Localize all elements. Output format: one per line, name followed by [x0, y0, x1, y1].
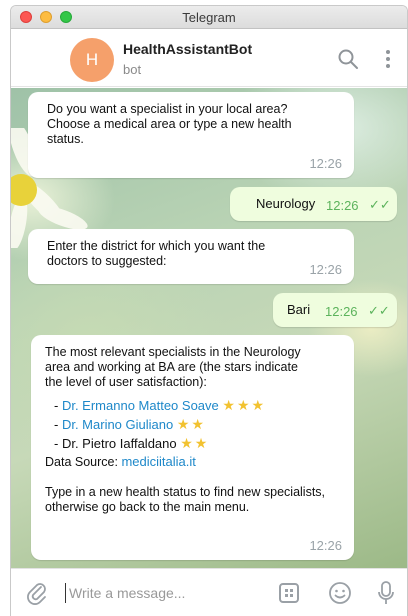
message-line: status. — [47, 132, 84, 146]
specialist-link[interactable]: Dr. Ermanno Matteo Soave — [62, 398, 219, 413]
message-input[interactable] — [65, 583, 265, 603]
title-bar: Telegram — [11, 6, 407, 29]
message-line: the level of user satisfaction): — [45, 375, 207, 389]
telegram-window: Telegram H HealthAssistantBot bot Do you… — [10, 5, 408, 616]
window-title: Telegram — [182, 10, 236, 25]
read-checks-icon: ✓✓ — [368, 303, 390, 318]
message-time: 12:26 — [309, 262, 342, 277]
emoji-icon[interactable] — [328, 581, 352, 605]
star-rating-icon: ★★ — [180, 435, 210, 451]
outgoing-message: Bari 12:26 ✓✓ — [273, 293, 397, 327]
list-bullet: - — [54, 436, 62, 451]
data-source: Data Source: mediciitalia.it — [45, 453, 340, 471]
specialist-list: - Dr. Ermanno Matteo Soave ★★★ - Dr. Mar… — [54, 396, 340, 453]
message-line: Type in a new health status to find new … — [45, 485, 326, 499]
outgoing-message: Neurology 12:26 ✓✓ — [230, 187, 397, 221]
data-source-link[interactable]: mediciitalia.it — [121, 454, 195, 469]
incoming-message: The most relevant specialists in the Neu… — [31, 335, 354, 560]
list-bullet: - — [54, 398, 62, 413]
message-time: 12:26 — [309, 538, 342, 553]
message-line: Enter the district for which you want th… — [47, 239, 266, 253]
microphone-icon[interactable] — [377, 580, 395, 606]
star-rating-icon: ★★★ — [222, 397, 267, 413]
paperclip-icon[interactable] — [25, 581, 49, 605]
specialist-item: - Dr. Marino Giuliano ★★ — [54, 415, 340, 434]
search-icon[interactable] — [337, 48, 359, 70]
specialist-name: Dr. Pietro Iaffaldano — [61, 436, 177, 451]
message-time: 12:26 — [309, 156, 342, 171]
data-source-label: Data Source: — [45, 455, 118, 469]
message-line: doctors to suggested: — [47, 254, 167, 268]
bot-commands-icon[interactable] — [279, 583, 299, 603]
message-text: Bari — [287, 302, 311, 317]
message-line: Choose a medical area or type a new heal… — [47, 117, 292, 131]
message-line: The most relevant specialists in the Neu… — [45, 345, 301, 359]
list-bullet: - — [54, 417, 62, 432]
message-text: Neurology — [256, 196, 316, 211]
chat-header: H HealthAssistantBot bot — [11, 29, 407, 87]
more-vertical-icon[interactable] — [383, 48, 393, 70]
message-composer — [11, 568, 407, 616]
incoming-message: Do you want a specialist in your local a… — [28, 92, 354, 178]
specialist-item: - Dr. Ermanno Matteo Soave ★★★ — [54, 396, 340, 415]
specialist-link[interactable]: Dr. Marino Giuliano — [62, 417, 173, 432]
star-rating-icon: ★★ — [176, 416, 206, 432]
avatar[interactable]: H — [70, 38, 114, 82]
read-checks-icon: ✓✓ — [369, 197, 391, 212]
message-line: otherwise go back to the main menu. — [45, 500, 250, 514]
chat-name[interactable]: HealthAssistantBot — [123, 41, 252, 57]
message-line: Do you want a specialist in your local a… — [47, 102, 288, 116]
message-line: area and working at BA are (the stars in… — [45, 360, 298, 374]
specialist-item: - Dr. Pietro Iaffaldano ★★ — [54, 434, 340, 453]
chat-status: bot — [123, 62, 142, 77]
chat-history[interactable]: Do you want a specialist in your local a… — [11, 88, 407, 568]
incoming-message: Enter the district for which you want th… — [28, 229, 354, 284]
